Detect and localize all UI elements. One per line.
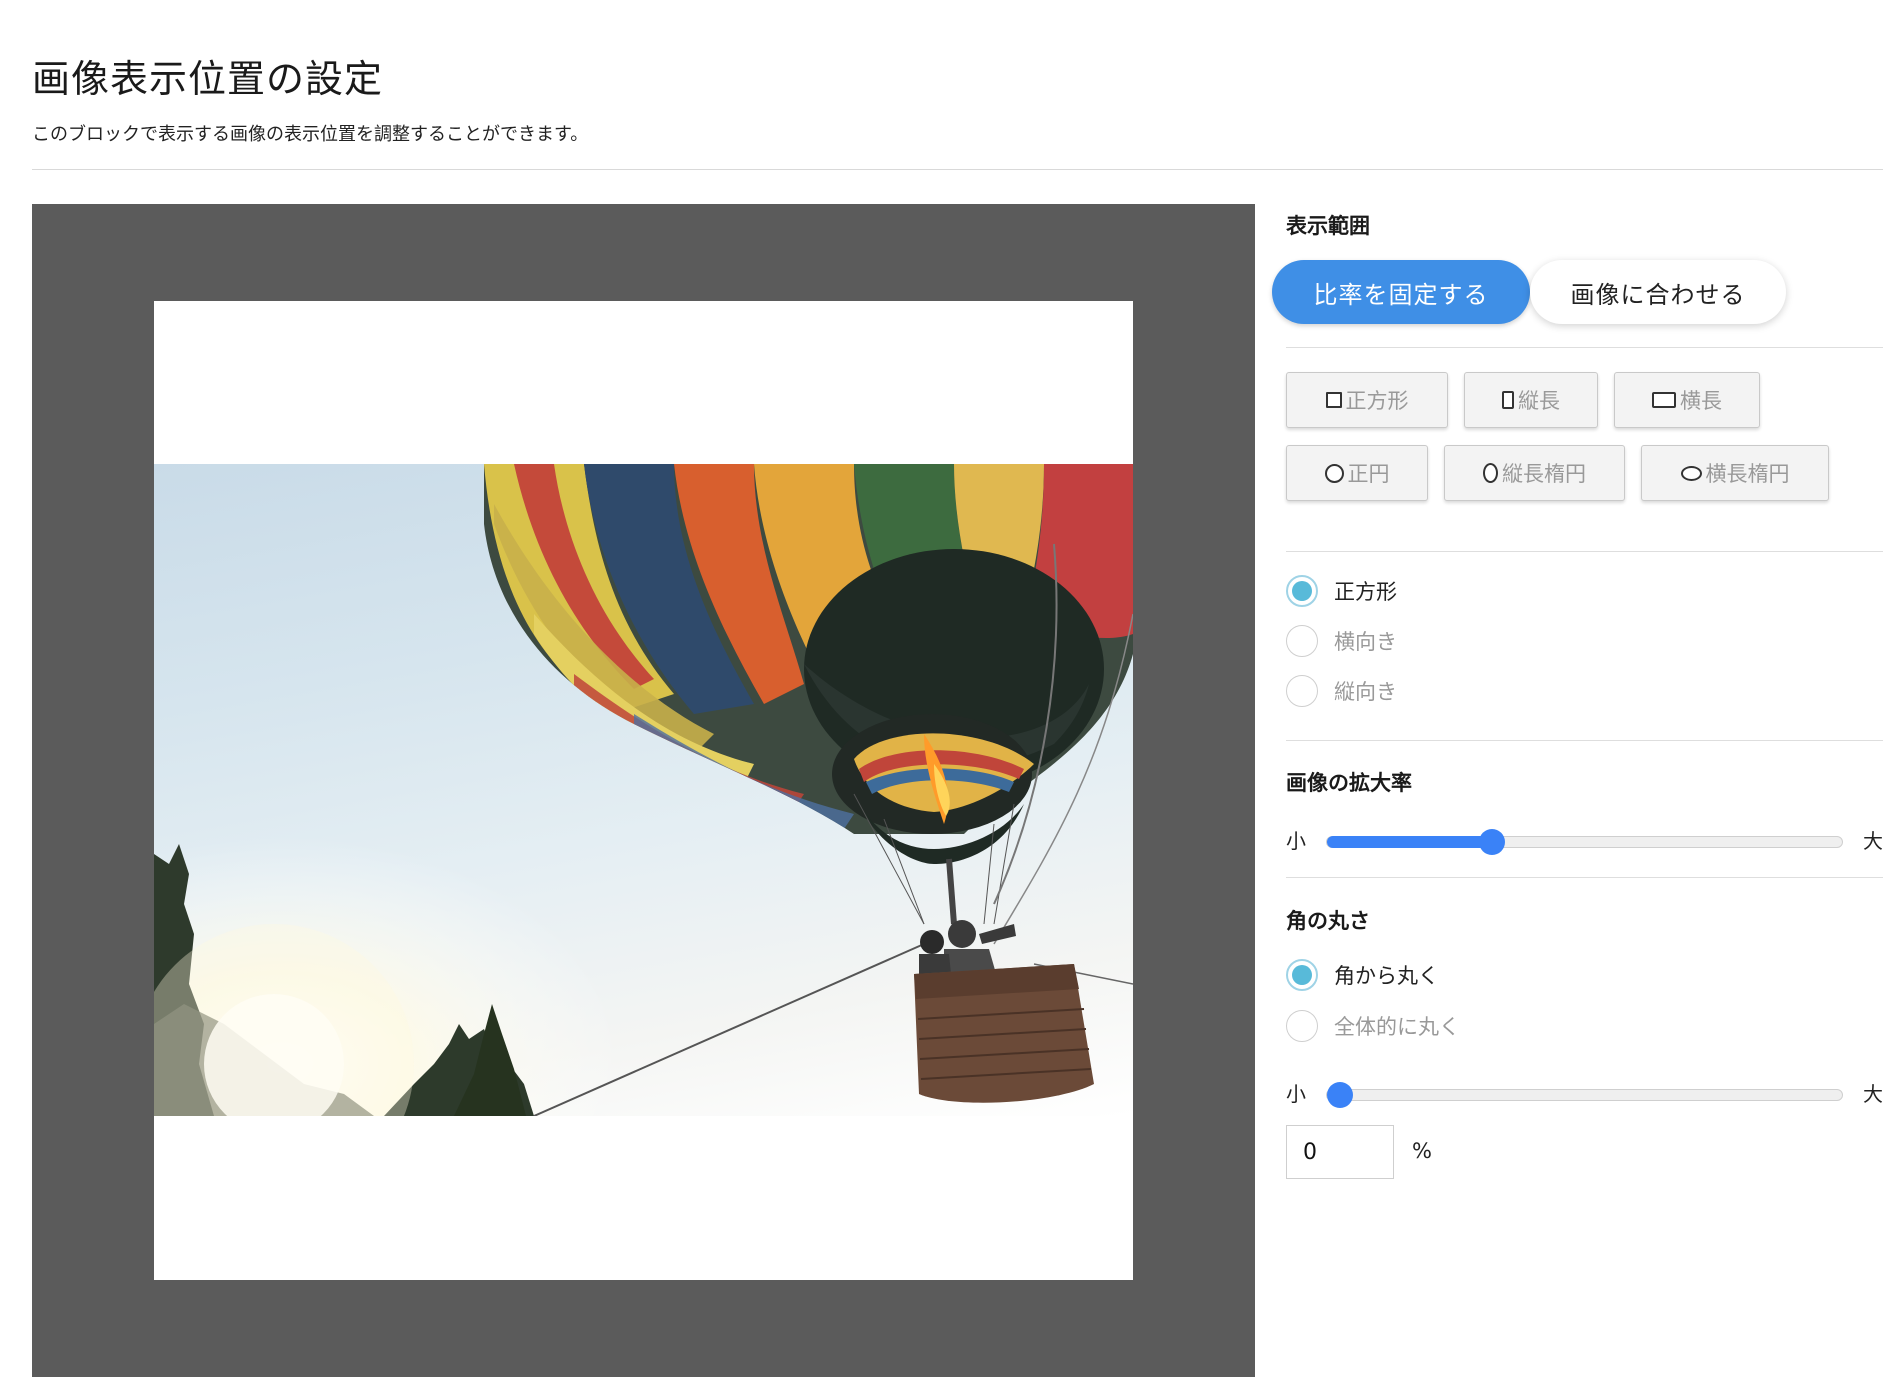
circle-icon [1324, 463, 1344, 483]
corner-max-label: 大 [1863, 1082, 1883, 1106]
fit-image-button[interactable]: 画像に合わせる [1530, 260, 1786, 324]
shape-landscape-button[interactable]: 横長 [1614, 372, 1760, 428]
zoom-slider-thumb[interactable] [1478, 829, 1505, 855]
orientation-portrait-option[interactable]: 縦向き [1286, 675, 1397, 707]
zoom-label: 画像の拡大率 [1286, 771, 1412, 795]
image-position-settings-page: 画像表示位置の設定 このブロックで表示する画像の表示位置を調整することができます… [0, 0, 1904, 1400]
orientation-portrait-label: 縦向き [1334, 680, 1397, 704]
landscape-rect-icon [1652, 392, 1676, 408]
portrait-rect-icon [1502, 391, 1514, 409]
preview-canvas [154, 301, 1133, 1280]
shape-circle-label: 正円 [1347, 462, 1390, 486]
page-title: 画像表示位置の設定 [32, 57, 384, 101]
header-divider [32, 169, 1883, 170]
divider-2 [1286, 551, 1883, 552]
corner-overall-label: 全体的に丸く [1334, 1015, 1460, 1039]
vertical-ellipse-icon [1483, 463, 1498, 483]
radio-square[interactable] [1286, 575, 1318, 607]
corner-radius-input[interactable] [1286, 1125, 1394, 1179]
radio-landscape[interactable] [1286, 625, 1318, 657]
radio-portrait[interactable] [1286, 675, 1318, 707]
preview-image[interactable] [154, 464, 1133, 1116]
corner-from-corner-label: 角から丸く [1334, 964, 1439, 988]
zoom-min-label: 小 [1286, 829, 1306, 853]
corner-radius-slider[interactable]: 小 大 [1286, 1078, 1883, 1108]
zoom-slider-track[interactable] [1326, 829, 1843, 855]
corner-radius-label: 角の丸さ [1286, 909, 1370, 933]
zoom-slider[interactable]: 小 大 [1286, 825, 1883, 855]
page-description: このブロックで表示する画像の表示位置を調整することができます。 [32, 124, 589, 145]
zoom-max-label: 大 [1863, 829, 1883, 853]
shape-horizontal-ellipse-label: 横長楕円 [1705, 462, 1790, 486]
shape-landscape-label: 横長 [1680, 389, 1722, 413]
orientation-landscape-label: 横向き [1334, 630, 1397, 654]
shape-vertical-ellipse-button[interactable]: 縦長楕円 [1444, 445, 1625, 501]
divider-4 [1286, 877, 1883, 878]
shape-circle-button[interactable]: 正円 [1286, 445, 1428, 501]
shape-square-label: 正方形 [1345, 389, 1409, 413]
corner-overall-option[interactable]: 全体的に丸く [1286, 1010, 1460, 1042]
radio-overall[interactable] [1286, 1010, 1318, 1042]
shape-square-button[interactable]: 正方形 [1286, 372, 1448, 428]
display-range-label: 表示範囲 [1286, 214, 1370, 238]
divider-3 [1286, 740, 1883, 741]
orientation-landscape-option[interactable]: 横向き [1286, 625, 1397, 657]
corner-slider-thumb[interactable] [1327, 1082, 1353, 1108]
radio-from-corner[interactable] [1286, 959, 1318, 991]
shape-horizontal-ellipse-button[interactable]: 横長楕円 [1641, 445, 1829, 501]
shape-portrait-label: 縦長 [1518, 389, 1560, 413]
corner-slider-track[interactable] [1326, 1082, 1843, 1108]
shape-vertical-ellipse-label: 縦長楕円 [1502, 462, 1586, 486]
image-preview-area [32, 204, 1255, 1377]
hot-air-balloon-image [154, 464, 1133, 1116]
corner-from-corner-option[interactable]: 角から丸く [1286, 959, 1439, 991]
percent-unit: % [1412, 1139, 1432, 1163]
zoom-slider-fill [1327, 836, 1492, 848]
horizontal-ellipse-icon [1680, 465, 1702, 481]
divider-1 [1286, 347, 1883, 348]
orientation-square-option[interactable]: 正方形 [1286, 575, 1397, 607]
orientation-square-label: 正方形 [1334, 580, 1397, 604]
fixed-ratio-button[interactable]: 比率を固定する [1272, 260, 1530, 324]
square-icon [1325, 392, 1342, 408]
shape-portrait-button[interactable]: 縦長 [1464, 372, 1598, 428]
corner-min-label: 小 [1286, 1082, 1306, 1106]
